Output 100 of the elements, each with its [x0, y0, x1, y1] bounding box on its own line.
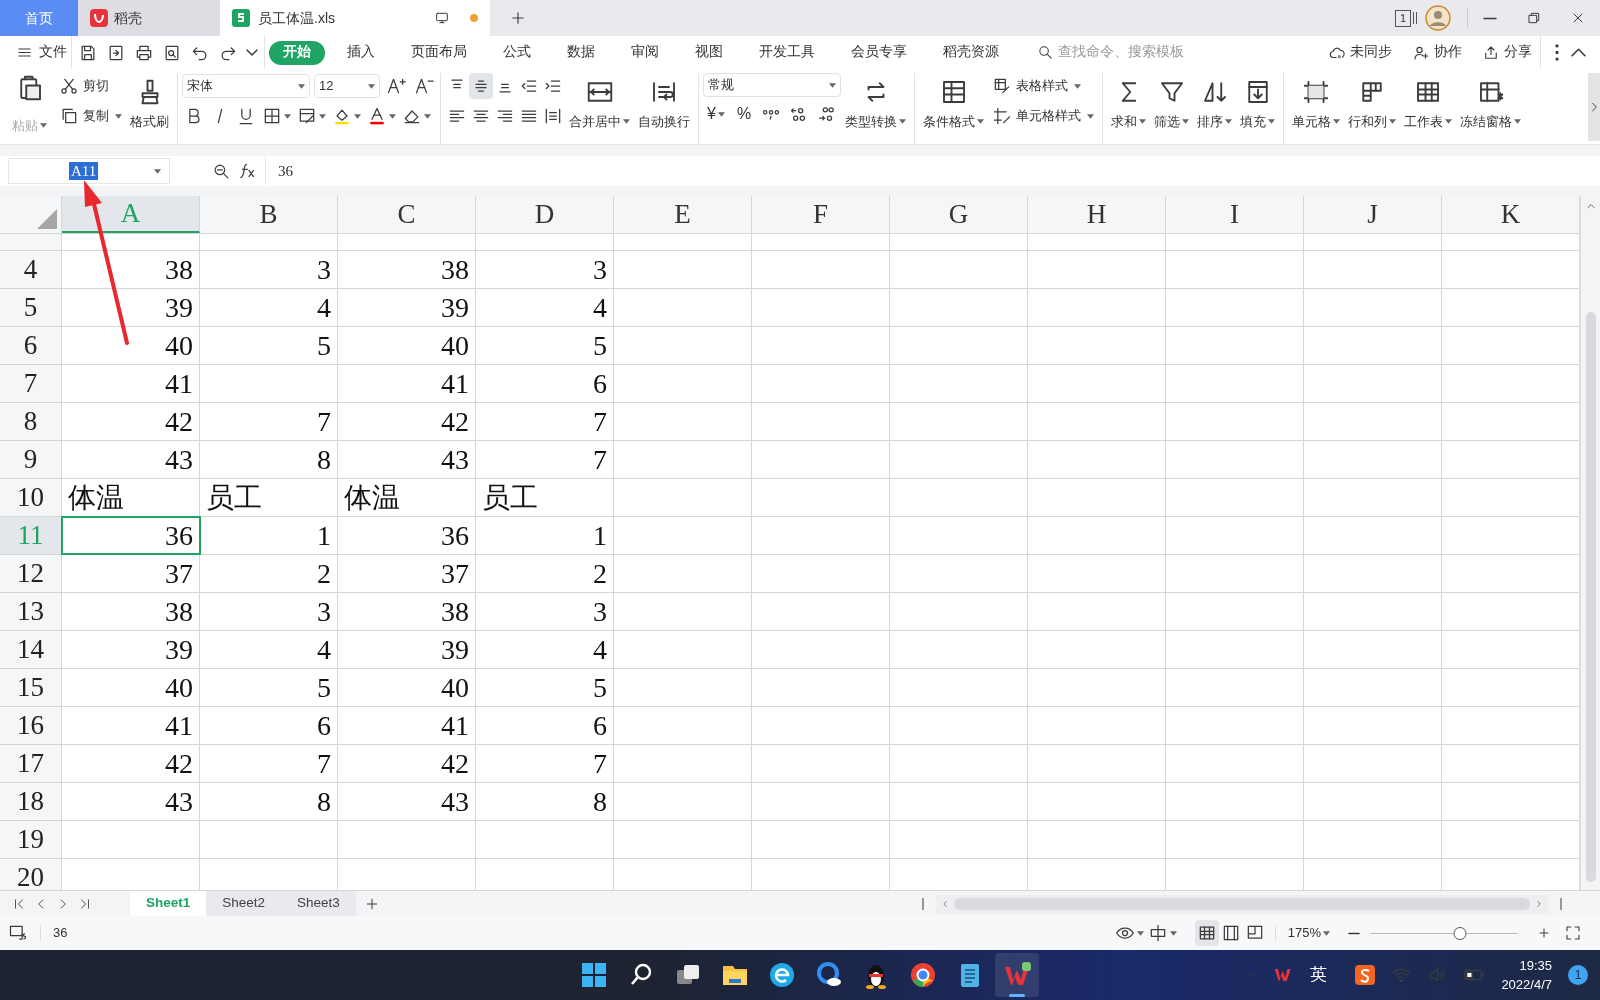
toolbar-button[interactable]: 工作表 — [1400, 73, 1456, 135]
ribbon-tab[interactable]: 公式 — [489, 40, 545, 65]
row-header[interactable]: 19 — [0, 821, 62, 858]
caret-icon — [154, 168, 161, 174]
column-header[interactable]: C — [338, 196, 476, 233]
ribbon-tab[interactable]: 审阅 — [617, 40, 673, 65]
ribbon-tab[interactable]: 数据 — [553, 40, 609, 65]
table-cell: 43 — [338, 783, 476, 820]
percent-button[interactable]: % — [732, 102, 756, 126]
vertical-align-button[interactable] — [469, 73, 493, 99]
caret-icon — [1139, 118, 1146, 124]
cell-style-button[interactable]: 单元格样式 — [988, 103, 1098, 129]
name-box[interactable]: A11 — [8, 158, 170, 184]
row-header[interactable]: 17 — [0, 745, 62, 782]
scrollbar-thumb[interactable] — [1585, 312, 1596, 882]
toolbar-button[interactable]: 求和 — [1107, 73, 1150, 135]
row-header[interactable]: 7 — [0, 365, 62, 402]
slider-thumb[interactable] — [1453, 926, 1467, 940]
table-cell: 41 — [62, 365, 200, 402]
convert-type-button[interactable]: 类型转换 — [841, 73, 910, 135]
zoom-level-dropdown[interactable]: 175% — [1283, 923, 1334, 943]
table-cell: 7 — [200, 403, 338, 440]
caret-icon — [1333, 118, 1340, 124]
column-header[interactable]: I — [1166, 196, 1304, 233]
avatar[interactable] — [1425, 5, 1451, 31]
clock[interactable]: 19:35 2022/4/7 — [1501, 956, 1552, 994]
toolbar-button[interactable]: 填充 — [1236, 73, 1279, 135]
table-cell: 42 — [338, 403, 476, 440]
ribbon-tab[interactable]: 页面布局 — [397, 40, 481, 65]
scissors-icon — [59, 76, 79, 96]
file-menu[interactable]: 文件 — [16, 42, 67, 63]
toolbar-button[interactable]: 行和列 — [1344, 73, 1400, 135]
toolbar-button[interactable]: 单元格 — [1288, 73, 1344, 135]
row-header[interactable]: 20 — [0, 859, 62, 890]
column-header[interactable]: G — [890, 196, 1028, 233]
document-tab[interactable]: 员工体温.xls — [220, 0, 490, 36]
row-header[interactable]: 8 — [0, 403, 62, 440]
table-cell: 6 — [476, 707, 614, 744]
normal-view-button[interactable] — [1194, 920, 1219, 946]
zoom-slider[interactable] — [1370, 925, 1518, 941]
horizontal-scrollbar[interactable] — [936, 894, 1548, 913]
table-cell: 员工 — [476, 479, 614, 516]
currency-button[interactable]: ¥ — [703, 102, 729, 126]
column-header[interactable]: H — [1028, 196, 1166, 233]
row-header[interactable]: 4 — [0, 251, 62, 288]
wrap-text-button[interactable]: 自动换行 — [634, 73, 694, 135]
search-field[interactable]: 查找命令、搜索模板 — [1037, 42, 1218, 63]
sheet-tab[interactable]: Sheet3 — [281, 891, 356, 916]
caret-icon — [40, 122, 47, 128]
row-header[interactable]: 16 — [0, 707, 62, 744]
toolbar-button[interactable]: 未同步 — [1324, 42, 1396, 63]
conditional-format-button[interactable]: 条件格式 — [919, 73, 988, 135]
table-cell: 2 — [200, 555, 338, 592]
ribbon-tab[interactable]: 会员专享 — [837, 40, 921, 65]
sheet-tab[interactable]: Sheet2 — [206, 891, 282, 916]
row-header[interactable]: 12 — [0, 555, 62, 592]
caret-icon — [1445, 118, 1452, 124]
number-format-dropdown[interactable]: 常规 — [703, 73, 841, 97]
row-header[interactable]: 18 — [0, 783, 62, 820]
notification-badge[interactable]: 1 — [1568, 965, 1588, 985]
caret-icon — [977, 118, 984, 124]
ribbon-tab[interactable]: 视图 — [681, 40, 737, 65]
table-cell: 38 — [62, 251, 200, 288]
merge-button[interactable]: 合并居中 — [565, 73, 634, 135]
row-header[interactable]: 5 — [0, 289, 62, 326]
column-header[interactable]: E — [614, 196, 752, 233]
row-header[interactable]: 9 — [0, 441, 62, 478]
formula-input[interactable]: 36 — [265, 157, 1600, 185]
column-header[interactable]: D — [476, 196, 614, 233]
ribbon-tab[interactable]: 开发工具 — [745, 40, 829, 65]
row-header[interactable]: 6 — [0, 327, 62, 364]
row-header[interactable]: 13 — [0, 593, 62, 630]
row-header[interactable]: 10 — [0, 479, 62, 516]
cut-button[interactable]: 剪切 — [55, 73, 126, 99]
font-size-dropdown[interactable]: 12 — [314, 74, 380, 98]
ribbon-tab[interactable]: 插入 — [333, 40, 389, 65]
document-tab[interactable]: 稻壳 — [78, 0, 220, 36]
input-method-indicator[interactable]: 英 — [1310, 962, 1328, 988]
table-cell: 5 — [200, 669, 338, 706]
table-cell: 8 — [200, 441, 338, 478]
toolbar-button[interactable]: 筛选 — [1150, 73, 1193, 135]
font-name-dropdown[interactable]: 宋体 — [182, 74, 310, 98]
column-header[interactable]: F — [752, 196, 890, 233]
toolbar-button[interactable]: 分享 — [1478, 42, 1536, 63]
row-header[interactable]: 15 — [0, 669, 62, 706]
row-header[interactable]: 14 — [0, 631, 62, 668]
toolbar-button[interactable]: 协作 — [1408, 42, 1466, 63]
copy-button[interactable]: 复制 — [55, 103, 126, 129]
table-cell: 39 — [338, 289, 476, 326]
table-cell: 40 — [338, 327, 476, 364]
input-method-icon[interactable] — [1355, 965, 1376, 985]
column-header[interactable]: B — [200, 196, 338, 233]
office-app-icon[interactable] — [995, 953, 1039, 997]
column-header[interactable]: J — [1304, 196, 1442, 233]
chevron-down-icon — [246, 49, 258, 56]
toolbar-button[interactable]: 排序 — [1193, 73, 1236, 135]
table-style-button[interactable]: 表格样式 — [988, 73, 1098, 99]
format-painter-button[interactable]: 格式刷 — [126, 73, 173, 135]
toolbar-button[interactable]: 冻结窗格 — [1456, 73, 1525, 135]
ribbon-tab[interactable]: 稻壳资源 — [929, 40, 1013, 65]
